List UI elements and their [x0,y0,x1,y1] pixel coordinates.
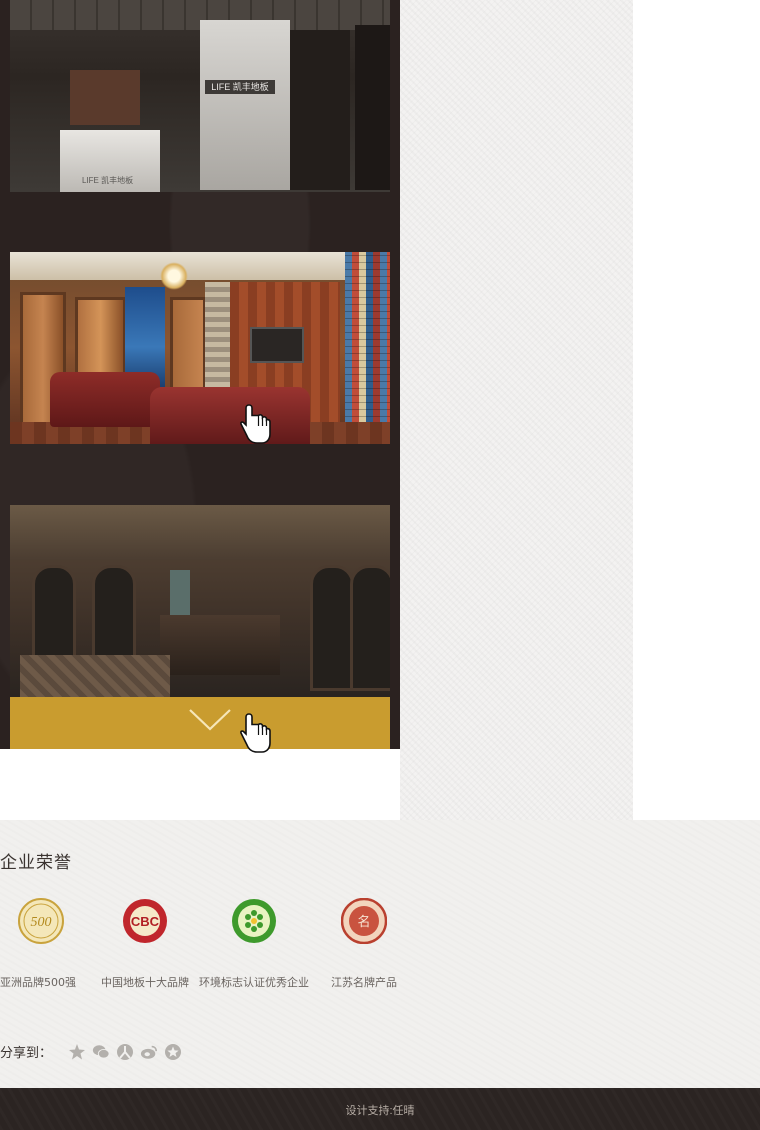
chandelier [160,262,188,290]
award-item: CBC 中国地板十大品牌 [90,898,200,989]
award-item: 环境标志认证优秀企业 [199,898,309,989]
award-name: 江苏名牌产品 [331,976,397,989]
jiangsu-brand-medal-icon: 名 [340,897,388,945]
award-name: 环境标志认证优秀企业 [199,976,309,989]
gallery-photo-hall[interactable] [10,505,390,697]
sofa [50,372,160,427]
qzone-icon[interactable] [68,1043,86,1061]
award-name: 中国地板十大品牌 [101,976,189,989]
asia-500-medal-icon: 500 [18,898,64,944]
wechat-icon[interactable] [92,1043,110,1061]
wall-logo: LIFE 凯丰地板 [205,80,275,94]
environmental-label-medal-icon [232,899,276,943]
svg-text:500: 500 [31,915,52,930]
chevron-down-icon [189,709,231,731]
gallery-photo-lounge[interactable] [10,252,390,444]
gallery-photo-reception[interactable]: LIFE 凯丰地板 LIFE 凯丰地板 [10,0,390,192]
showroom-gallery: LIFE 凯丰地板 LIFE 凯丰地板 [0,0,400,749]
svg-text:名: 名 [357,914,370,930]
share-label: 分享到： [0,1046,53,1061]
cbc-medal-icon: CBC [123,899,167,943]
svg-text:CBC: CBC [131,914,160,929]
award-item: 名 江苏名牌产品 [309,897,419,989]
renren-icon[interactable] [116,1043,134,1061]
share-bar: 分享到： [0,1042,188,1061]
hand-cursor-icon [240,404,271,444]
tv [250,327,304,363]
desk-logo: LIFE 凯丰地板 [82,176,134,185]
scroll-down-button[interactable] [10,697,390,749]
favorite-icon[interactable] [164,1043,182,1061]
award-item: 500 亚洲品牌500强 [0,898,96,989]
texture-panel [400,0,633,820]
footer: 设计支持:任晴 [0,1088,760,1130]
weibo-icon[interactable] [140,1043,158,1061]
hand-cursor-icon [240,713,271,753]
honors-section: 企业荣誉 500 亚洲品牌500强 CBC 中国地板十大品牌 环境标志认证优秀企… [0,820,760,1088]
footer-credit: 设计支持:任晴 [345,1105,415,1117]
honors-title: 企业荣誉 [0,853,72,873]
sofa [150,387,310,444]
